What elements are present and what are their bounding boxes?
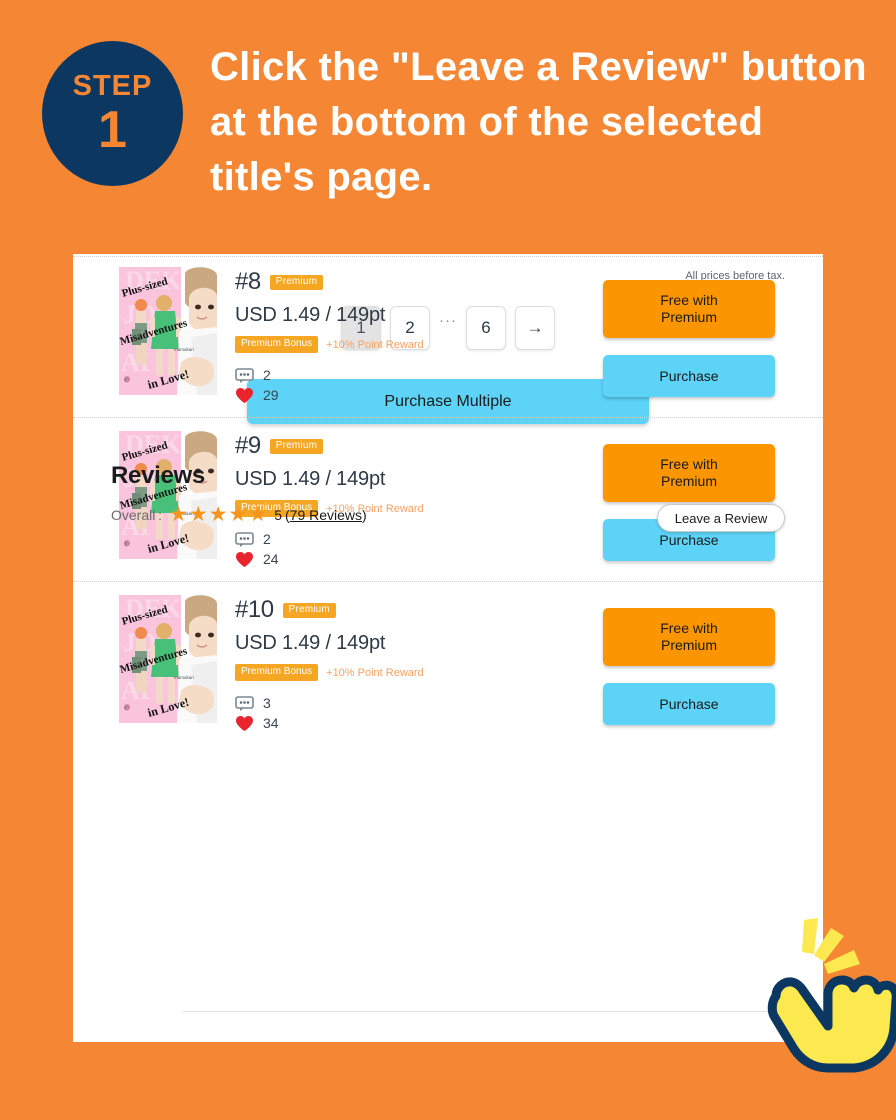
comment-count-row: 2	[235, 529, 603, 549]
comment-icon	[235, 531, 254, 547]
volume-number: #9	[235, 432, 261, 459]
volume-info: #8 Premium USD 1.49 / 149pt Premium Bonu…	[235, 264, 603, 405]
star-icon: ★	[188, 503, 208, 526]
like-count: 34	[263, 715, 279, 731]
premium-bonus-badge: Premium Bonus	[235, 336, 319, 353]
reviews-count: (79 Reviews)	[285, 507, 367, 523]
purchase-button[interactable]: Purchase	[603, 355, 775, 397]
star-icon: ★	[208, 503, 228, 526]
book-cover-thumbnail[interactable]: DEKA JO AI	[119, 267, 217, 395]
paren-close: )	[362, 506, 367, 523]
free-with-premium-button[interactable]: Free with Premium	[603, 608, 775, 666]
svg-text:Ⓒ: Ⓒ	[124, 377, 129, 384]
volume-info: #10 Premium USD 1.49 / 149pt Premium Bon…	[235, 592, 603, 733]
comment-icon	[235, 367, 254, 383]
like-count: 29	[263, 387, 279, 403]
star-icon: ★	[169, 503, 188, 526]
star-icon: ★	[228, 503, 248, 526]
volume-actions: Free with Premium Purchase	[603, 280, 775, 397]
premium-bonus-badge: Premium Bonus	[235, 664, 319, 681]
star-icon: ★	[248, 503, 268, 526]
cover-author: mamakari	[174, 347, 194, 352]
like-count-row: 24	[235, 549, 603, 569]
bottom-divider	[183, 1011, 785, 1012]
step-instruction-text: Click the "Leave a Review" button at the…	[210, 45, 867, 200]
premium-badge: Premium	[282, 602, 336, 618]
step-header: STEP 1 Click the "Leave a Review" button…	[0, 0, 896, 240]
volume-number: #10	[235, 596, 274, 623]
comment-count-row: 3	[235, 693, 603, 713]
overall-label: Overall :	[111, 506, 163, 523]
volume-title-line: #10 Premium	[235, 596, 603, 624]
comment-count: 2	[263, 367, 271, 383]
heart-icon	[236, 551, 253, 567]
free-with-premium-button[interactable]: Free with Premium	[603, 280, 775, 338]
book-cover-art: DEKA JO AI	[119, 267, 217, 395]
reviews-heading: Reviews	[111, 462, 205, 489]
comment-icon	[235, 695, 254, 711]
volume-actions: Free with Premium Purchase	[603, 608, 775, 725]
star-rating: ★ ★ ★ ★ ★	[169, 504, 267, 525]
premium-badge: Premium	[269, 274, 324, 290]
volume-stats: 2 29	[235, 365, 603, 405]
comment-count: 3	[263, 695, 271, 711]
volume-number: #8	[235, 268, 261, 295]
step-badge-number: 1	[98, 100, 127, 159]
heart-icon	[236, 387, 253, 403]
bonus-line: Premium Bonus +10% Point Reward	[235, 336, 603, 353]
comment-count: 2	[263, 531, 271, 547]
like-count-row: 29	[235, 385, 603, 405]
bonus-line: Premium Bonus +10% Point Reward	[235, 664, 603, 681]
svg-text:Ⓒ: Ⓒ	[124, 705, 129, 712]
volume-row: DEKA JO AI	[73, 581, 823, 745]
rating-score: 5	[274, 506, 282, 523]
point-reward-text: +10% Point Reward	[326, 338, 424, 351]
volume-stats: 2 24	[235, 529, 603, 569]
volume-title-line: #9 Premium	[235, 432, 603, 460]
volume-stats: 3 34	[235, 693, 603, 733]
step-badge: STEP 1	[42, 41, 183, 186]
premium-badge: Premium	[269, 438, 324, 454]
volume-title-line: #8 Premium	[235, 268, 603, 296]
volume-price: USD 1.49 / 149pt	[235, 632, 386, 654]
reviews-count-link[interactable]: 79 Reviews	[290, 507, 362, 523]
like-count: 24	[263, 551, 279, 567]
volume-row: DEKA JO AI	[73, 254, 823, 417]
heart-icon	[236, 715, 253, 731]
reviews-section: Reviews Overall : ★ ★ ★ ★ ★ 5 (79 Reviews) L…	[73, 462, 823, 532]
point-reward-text: +10% Point Reward	[326, 666, 424, 679]
purchase-button[interactable]: Purchase	[603, 683, 775, 725]
cover-author: mamakari	[174, 675, 194, 680]
step-badge-word: STEP	[72, 69, 153, 102]
like-count-row: 34	[235, 713, 603, 733]
svg-text:Ⓒ: Ⓒ	[124, 541, 129, 548]
volume-price: USD 1.49 / 149pt	[235, 304, 386, 326]
comment-count-row: 2	[235, 365, 603, 385]
content-card: DEKA JO AI	[73, 254, 823, 1042]
leave-a-review-button[interactable]: Leave a Review	[657, 504, 785, 532]
book-cover-art: DEKA JO AI	[119, 595, 217, 723]
book-cover-thumbnail[interactable]: DEKA JO AI	[119, 595, 217, 723]
